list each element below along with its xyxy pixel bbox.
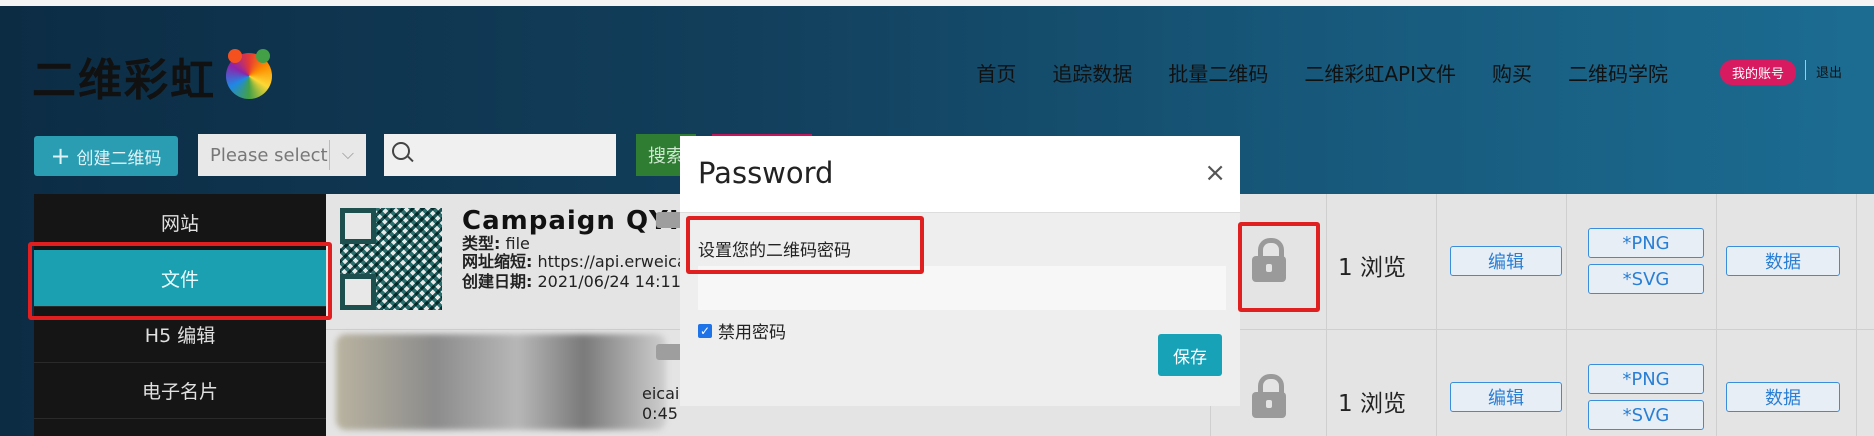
blurred-qr-preview [336, 334, 666, 430]
search-icon [392, 142, 410, 160]
nav-tracking[interactable]: 追踪数据 [1052, 58, 1132, 87]
modal-header: Password × [680, 136, 1240, 213]
qr-code-thumbnail[interactable] [340, 208, 442, 310]
edit-button[interactable]: 编辑 [1450, 246, 1562, 276]
date-label: 创建日期: [462, 272, 533, 291]
create-qr-label: 创建二维码 [76, 148, 162, 169]
logout-link[interactable]: 退出 [1816, 62, 1842, 81]
download-svg-button[interactable]: *SVG [1588, 400, 1704, 430]
save-button[interactable]: 保存 [1158, 334, 1222, 376]
nav-academy[interactable]: 二维码学院 [1568, 58, 1668, 87]
data-button[interactable]: 数据 [1726, 246, 1840, 276]
chevron-down-icon: ⌵ [341, 144, 354, 163]
lock-icon[interactable] [1252, 374, 1286, 418]
sidebar-item-vcard[interactable]: 电子名片 [34, 362, 326, 419]
download-svg-button[interactable]: *SVG [1588, 264, 1704, 294]
main-nav: 首页 追踪数据 批量二维码 二维彩虹API文件 购买 二维码学院 [976, 58, 1668, 87]
select-placeholder: Please select [210, 144, 328, 166]
modal-title: Password [698, 156, 834, 190]
highlight-box-lock [1238, 222, 1320, 312]
date-value: 2021/06/24 14:11 [537, 272, 681, 291]
highlight-box-sidebar [28, 242, 332, 320]
column-divider [1436, 194, 1437, 436]
download-png-button[interactable]: *PNG [1588, 364, 1704, 394]
my-account-badge[interactable]: 我的账号 [1720, 60, 1797, 85]
nav-api-docs[interactable]: 二维彩虹API文件 [1304, 58, 1456, 87]
disable-password-checkbox[interactable]: ✓ 禁用密码 [698, 318, 786, 343]
edit-button[interactable]: 编辑 [1450, 382, 1562, 412]
download-png-button[interactable]: *PNG [1588, 228, 1704, 258]
nav-batch[interactable]: 批量二维码 [1168, 58, 1268, 87]
plus-icon: + [50, 142, 71, 170]
column-divider [1856, 194, 1857, 436]
view-count: 1 浏览 [1338, 391, 1406, 417]
search-input[interactable] [384, 134, 616, 176]
column-divider [1326, 194, 1327, 436]
row2-short-url: eicai [642, 384, 680, 403]
column-divider [1716, 194, 1717, 436]
brand[interactable]: 二维彩虹 [32, 44, 272, 108]
checkbox-checked-icon[interactable]: ✓ [698, 323, 712, 338]
category-select[interactable]: Please select ⌵ [198, 134, 366, 176]
highlight-box-password-label [686, 216, 924, 274]
brand-name: 二维彩虹 [32, 55, 216, 106]
nav-buy[interactable]: 购买 [1492, 58, 1532, 87]
select-divider [329, 140, 330, 170]
close-icon[interactable]: × [1204, 158, 1226, 188]
column-divider [1566, 194, 1567, 436]
data-button[interactable]: 数据 [1726, 382, 1840, 412]
nav-home[interactable]: 首页 [976, 58, 1016, 87]
account-divider [1805, 60, 1806, 80]
row-created-date: 创建日期: 2021/06/24 14:11 [462, 268, 681, 292]
top-border [0, 0, 1874, 6]
row2-date: 0:45 [642, 404, 678, 423]
rainbow-bear-icon [226, 49, 272, 99]
create-qr-button[interactable]: + 创建二维码 [34, 136, 178, 176]
checkbox-label: 禁用密码 [718, 323, 786, 343]
view-count: 1 浏览 [1338, 255, 1406, 281]
